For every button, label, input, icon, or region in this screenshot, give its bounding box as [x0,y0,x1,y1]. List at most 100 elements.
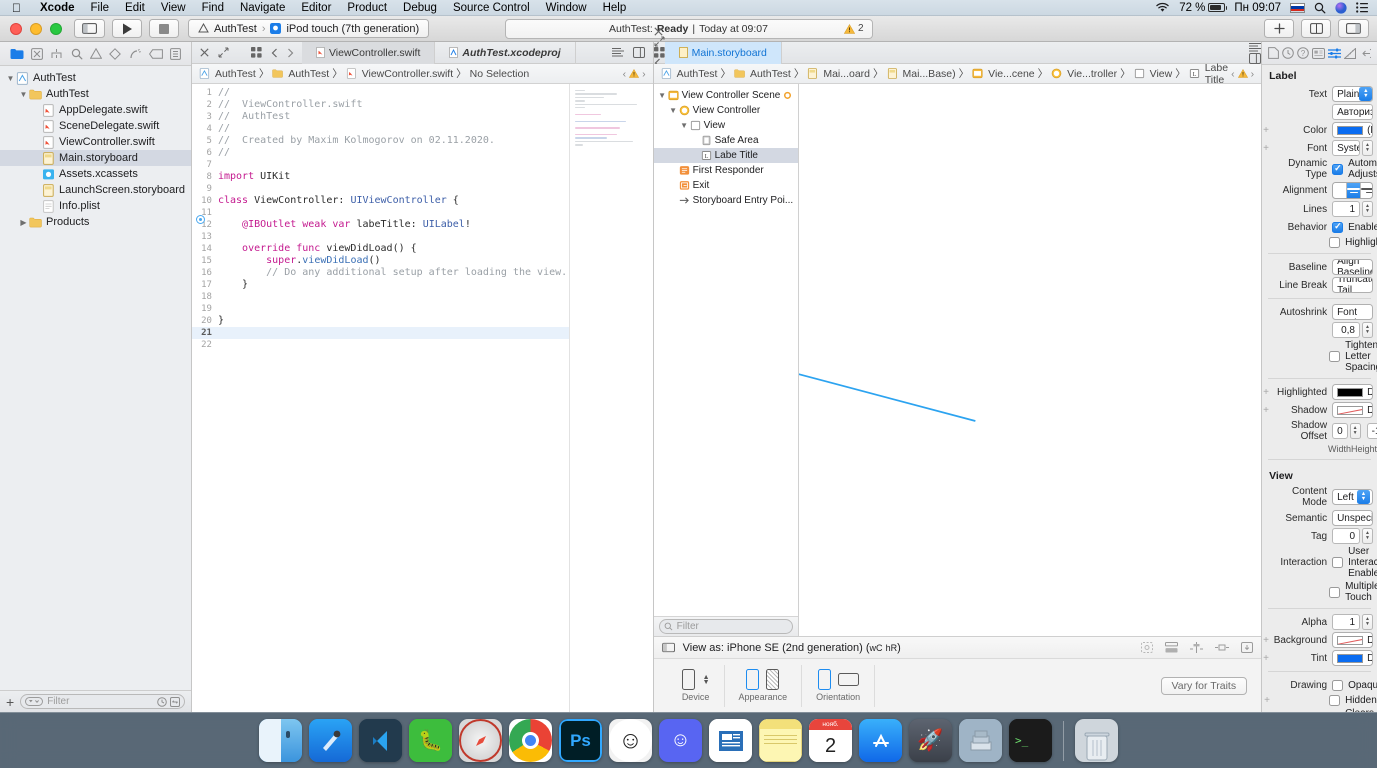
add-variation-plus[interactable]: + [1262,143,1270,154]
vary-for-traits-button[interactable]: Vary for Traits [1160,676,1248,695]
activity-status-bar[interactable]: AuthTest: Ready | Today at 09:07 2 [504,18,873,39]
minimum-font-scale-stepper[interactable]: ▲ ▼ [1362,322,1373,338]
breadcrumb-issue-nav[interactable]: ‹ › [1231,68,1254,80]
storyboard-tab-main[interactable]: Main.storyboard [664,41,782,64]
scheme-selector[interactable]: AuthTest › iPod touch (7th generation) [188,19,430,38]
appearance-light-icon[interactable] [746,669,760,690]
autoshrink-popup[interactable]: Minimum Font Scale ▲▼ [1332,304,1373,320]
outline-item-exit[interactable]: Exit [654,178,798,193]
dock-item-telegram[interactable] [709,719,752,762]
highlighted-checkbox[interactable] [1329,237,1341,248]
nav-item-authtest[interactable]: ▼ AuthTest [0,86,191,102]
enabled-checkbox[interactable] [1332,221,1344,233]
chevron-right-icon[interactable] [287,48,294,58]
battery-status[interactable]: 72 % [1179,2,1228,14]
tag-stepper[interactable]: ▲ ▼ [1362,528,1373,544]
nav-item-appdelegate-swift[interactable]: AppDelegate.swift [0,102,191,118]
outline-item-first-responder[interactable]: First Responder [654,163,798,178]
editor-tab-viewcontroller[interactable]: ViewController.swift [301,41,436,64]
alignment-segmented-control[interactable]: ---- [1332,182,1373,199]
nav-item-authtest[interactable]: ▼ AuthTest [0,70,191,86]
toggle-inspector-button[interactable] [1338,19,1369,38]
chevron-right-icon[interactable]: › [1251,68,1255,80]
dock-item-safari[interactable] [459,719,502,762]
breadcrumb-item-1[interactable]: AuthTest [734,68,791,80]
quick-help-inspector-tab[interactable]: ? [1297,47,1309,59]
shadow-color-popup[interactable]: Default ▲▼ [1332,402,1373,418]
source-control-navigator-tab[interactable] [31,47,43,60]
breadcrumb-item-0[interactable]: AuthTest [199,68,256,80]
align-icon[interactable] [1190,642,1204,653]
device-stepper[interactable]: ▲ ▼ [703,674,710,686]
attributes-inspector-tab[interactable] [1328,48,1342,59]
ru-flag-icon[interactable] [1290,2,1305,13]
menu-item-product[interactable]: Product [339,2,395,14]
menu-item-editor[interactable]: Editor [293,2,339,14]
navigator-filter-input[interactable]: Filter [20,694,185,709]
status-warning-badge[interactable]: 2 [843,23,864,34]
dock-item-trash[interactable] [1075,719,1118,762]
dock-item-discord[interactable]: ☺ [659,719,702,762]
chevron-right-icon[interactable]: › [642,68,646,80]
nav-item-scenedelegate-swift[interactable]: SceneDelegate.swift [0,118,191,134]
size-inspector-tab[interactable] [1344,47,1357,59]
dock-item-photoshop[interactable]: Ps [559,719,602,762]
breadcrumb-item-3[interactable]: Mai...Base) [887,68,956,80]
outline-item-view[interactable]: ▼ View [654,118,798,133]
minimize-window-button[interactable] [30,22,42,35]
resolve-issues-icon[interactable] [1241,642,1254,653]
disclosure-triangle[interactable]: ▼ [5,74,16,83]
spotlight-search-icon[interactable] [1314,2,1326,14]
tag-input[interactable]: 0 [1332,528,1360,544]
expand-arrows-icon[interactable] [654,36,665,47]
menu-item-find[interactable]: Find [194,2,232,14]
dock-item-calendar[interactable]: нояб. 2 [809,719,852,762]
nav-item-info-plist[interactable]: Info.plist [0,198,191,214]
outline-item-safe-area[interactable]: Safe Area [654,133,798,148]
shadow-offset-width-input[interactable]: 0 [1332,423,1348,439]
nav-item-assets-xcassets[interactable]: Assets.xcassets [0,166,191,182]
lines-stepper[interactable]: ▲ ▼ [1362,201,1373,217]
wifi-icon[interactable] [1155,2,1170,13]
outline-item-view-controller-scene[interactable]: ▼ View Controller Scene [654,88,798,103]
font-stepper[interactable]: ▲ ▼ [1362,140,1373,156]
breadcrumb-item-0[interactable]: AuthTest [661,68,717,80]
chevron-left-icon[interactable]: ‹ [1231,68,1235,80]
opaque-checkbox[interactable] [1332,679,1344,691]
storyboard-canvas[interactable]: Copyright ⟶ Авторизуйтесь [798,84,1262,636]
symbol-navigator-tab[interactable] [50,48,63,60]
dock-item-finder[interactable] [259,719,302,762]
dock-item-terminal[interactable]: >_ [1009,719,1052,762]
breakpoint-navigator-tab[interactable] [148,48,163,59]
label-color-popup[interactable]: Default (Label Color) ▲▼ [1332,122,1373,138]
background-color-popup[interactable]: Default ▲▼ [1332,632,1373,648]
report-navigator-tab[interactable] [170,47,182,60]
dock-item-folder-downloads[interactable] [959,719,1002,762]
chevron-left-icon[interactable]: ‹ [623,68,627,80]
appearance-dark-icon[interactable] [766,669,780,690]
align-center-option[interactable] [1347,183,1362,198]
add-variation-plus[interactable]: + [1262,125,1270,136]
outline-item-labe-title[interactable]: L Labe Title [653,148,798,163]
find-navigator-tab[interactable] [71,48,83,60]
highlighted-color-popup[interactable]: Default ▲▼ [1332,384,1373,400]
shadow-offset-height-input[interactable]: -1 [1366,423,1377,439]
outline-item-storyboard-entry-poi[interactable]: Storyboard Entry Poi... [654,193,798,208]
nav-item-products[interactable]: ▶ Products [0,214,191,230]
tighten-letter-spacing-checkbox[interactable] [1329,351,1341,362]
warning-triangle-icon[interactable] [1237,69,1248,78]
dock-item-dr-web[interactable]: 🐛 [409,719,452,762]
baseline-popup[interactable]: Align Baselines ▲▼ [1332,259,1373,275]
breadcrumb-item-3[interactable]: No Selection [470,68,530,80]
align-left-option[interactable] [1333,183,1348,198]
breadcrumb-item-5[interactable]: Vie...troller [1051,68,1117,80]
add-variation-plus[interactable]: + [1262,653,1270,664]
expand-arrows-icon[interactable] [218,47,229,58]
disclosure-triangle[interactable]: ▼ [668,106,679,115]
dock-item-chrome[interactable] [509,719,552,762]
menu-item-xcode[interactable]: Xcode [32,2,83,14]
breadcrumb-item-1[interactable]: AuthTest [272,68,329,80]
add-editor-icon[interactable] [632,47,645,58]
nav-item-viewcontroller-swift[interactable]: ViewController.swift [0,134,191,150]
minimap-icon[interactable] [611,47,624,58]
